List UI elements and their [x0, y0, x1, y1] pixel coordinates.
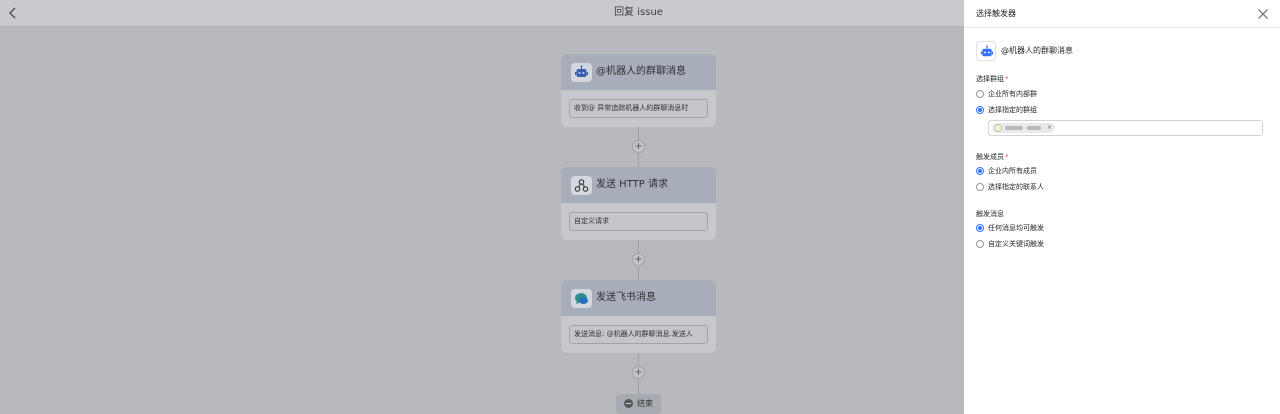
- radio-custom-keywords[interactable]: [976, 240, 984, 248]
- robot-icon: [980, 45, 994, 57]
- stop-icon: [624, 399, 633, 408]
- radio-label-specific-groups[interactable]: 选择指定的群组: [988, 106, 1037, 114]
- panel-header: 选择触发器: [964, 0, 1280, 28]
- trigger-icon-card: [976, 41, 996, 61]
- add-step-button[interactable]: +: [632, 253, 645, 266]
- flow-node-trigger[interactable]: @机器人的群聊消息 收到@ 异常追踪机器人的群聊消息时: [561, 54, 716, 127]
- end-label: 结束: [637, 399, 653, 408]
- member-section-label: 触发成员*: [976, 152, 1009, 162]
- group-select-field[interactable]: ×: [988, 120, 1263, 136]
- group-avatar: [994, 124, 1002, 132]
- node-title: 发送飞书消息: [596, 292, 656, 303]
- group-section-label: 选择群组*: [976, 74, 1009, 84]
- selected-group-chip: ×: [992, 123, 1055, 133]
- required-mark: *: [1005, 75, 1009, 83]
- group-section-label-text: 选择群组: [976, 75, 1004, 83]
- flow-canvas: + + + @机器人的群聊消息 收到@ 异常追踪机器人的群聊消息时 发送 HTT…: [0, 0, 964, 414]
- node-header: 发送飞书消息: [561, 280, 716, 316]
- chevron-left-icon[interactable]: [6, 6, 20, 20]
- close-icon[interactable]: [1257, 8, 1269, 20]
- message-section-label-text: 触发消息: [976, 210, 1004, 218]
- webhook-icon: [571, 176, 592, 195]
- radio-label-all-members[interactable]: 企业内所有成员: [988, 167, 1037, 175]
- end-node: 结束: [616, 394, 661, 414]
- radio-all-members[interactable]: [976, 167, 984, 175]
- radio-all-internal-groups[interactable]: [976, 90, 984, 98]
- radio-label-specific-contacts[interactable]: 选择指定的联系人: [988, 183, 1044, 191]
- add-step-button[interactable]: +: [632, 366, 645, 379]
- radio-any-message[interactable]: [976, 224, 984, 232]
- add-step-button[interactable]: +: [632, 140, 645, 153]
- robot-icon: [571, 63, 592, 82]
- radio-specific-contacts[interactable]: [976, 183, 984, 191]
- radio-label-custom-keywords[interactable]: 自定义关键词触发: [988, 240, 1044, 248]
- radio-label-any-message[interactable]: 任何消息均可触发: [988, 224, 1044, 232]
- radio-label-all-internal-groups[interactable]: 企业所有内部群: [988, 90, 1037, 98]
- blurred-group-name: [1027, 126, 1041, 130]
- blurred-group-name: [1005, 126, 1023, 130]
- node-title: @机器人的群聊消息: [596, 66, 686, 77]
- message-bubble-icon: [571, 289, 592, 308]
- message-section-label: 触发消息: [976, 209, 1004, 219]
- node-header: @机器人的群聊消息: [561, 54, 716, 90]
- member-section-label-text: 触发成员: [976, 153, 1004, 161]
- radio-specific-groups[interactable]: [976, 106, 984, 114]
- node-title: 发送 HTTP 请求: [596, 179, 668, 190]
- required-mark: *: [1005, 153, 1009, 161]
- remove-chip-icon[interactable]: ×: [1047, 123, 1052, 133]
- panel-title: 选择触发器: [976, 9, 1016, 18]
- trigger-name: @机器人的群聊消息: [1001, 46, 1073, 55]
- flow-node-send-message[interactable]: 发送飞书消息 发送消息: @机器人的群聊消息.发送人: [561, 280, 716, 353]
- flow-node-http[interactable]: 发送 HTTP 请求 自定义请求: [561, 167, 716, 240]
- node-summary: 收到@ 异常追踪机器人的群聊消息时: [569, 99, 708, 118]
- canvas-topbar: [0, 0, 964, 27]
- node-header: 发送 HTTP 请求: [561, 167, 716, 203]
- node-summary: 发送消息: @机器人的群聊消息.发送人: [569, 325, 708, 344]
- node-summary: 自定义请求: [569, 212, 708, 231]
- trigger-settings-panel: 选择触发器 @机器人的群聊消息 选择群组* 企业所有内部群 选择指定的群组 ×: [964, 0, 1280, 414]
